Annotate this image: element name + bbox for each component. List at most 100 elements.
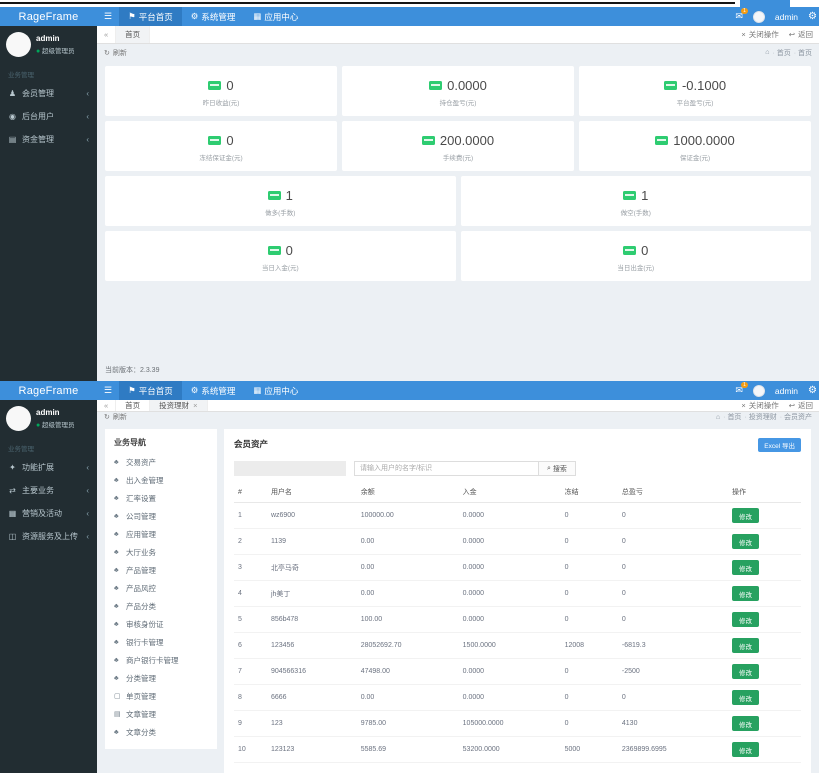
refresh-button[interactable]: ↻ 刷新 [104, 48, 127, 58]
edit-button[interactable]: 修改 [732, 508, 759, 523]
sidebar-menu-label: 资源服务及上传 [22, 531, 78, 542]
nav-panel-item[interactable]: ▢ 单页管理 [114, 687, 208, 705]
sidebar-menu-item[interactable]: ✦ 功能扩展 ‹ [0, 456, 97, 479]
nav-panel-item[interactable]: ♣ 应用管理 [114, 525, 208, 543]
sidebar: admin ● 超级管理员 业务管理 ✦ 功能扩展 ‹ ⇄ 主要业务 [0, 400, 97, 773]
table-row: 4 jh美丁 0.00 0.0000 0 0 修改 [234, 581, 801, 607]
breadcrumb-item[interactable]: 首页 [723, 412, 741, 422]
cell-balance: 28052692.70 [357, 633, 459, 659]
edit-button[interactable]: 修改 [732, 560, 759, 575]
navbar-menu-item[interactable]: ▦ 应用中心 [244, 381, 307, 400]
edit-button[interactable]: 修改 [732, 664, 759, 679]
settings-gear-icon[interactable]: ⚙ [808, 11, 817, 22]
breadcrumb-item[interactable]: 首页 [794, 48, 812, 58]
nav-panel-item[interactable]: ♣ 出入金管理 [114, 471, 208, 489]
breadcrumb-item[interactable]: 首页 [772, 48, 790, 58]
nav-panel-item[interactable]: ♣ 产品管理 [114, 561, 208, 579]
close-icon: × [741, 401, 745, 410]
navbar-menu-item[interactable]: ⚙ 系统管理 [182, 381, 245, 400]
nav-panel-item[interactable]: ♣ 文章分类 [114, 723, 208, 741]
credit-card-icon [664, 81, 677, 90]
back-control[interactable]: ↩ 返回 [789, 29, 813, 40]
search-button[interactable]: ⌕搜索 [539, 461, 576, 476]
sidebar-avatar[interactable] [6, 32, 31, 57]
sidebar-toggle-icon[interactable]: ☰ [97, 381, 119, 400]
stat-label: 做空(手数) [461, 207, 812, 217]
navbar-menu-item[interactable]: ⚙ 系统管理 [182, 7, 245, 26]
cell-balance: 9785.00 [357, 711, 459, 737]
navbar-menu-item[interactable]: ⚑ 平台首页 [119, 7, 182, 26]
sidebar-menu-item[interactable]: ▦ 营销及活动 ‹ [0, 502, 97, 525]
close-operations-control[interactable]: × 关闭操作 [741, 29, 778, 40]
user-avatar[interactable] [753, 385, 765, 397]
nav-panel-item[interactable]: ♣ 公司管理 [114, 507, 208, 525]
table-row: 10 123123 5585.69 53200.0000 5000 236989… [234, 737, 801, 763]
sidebar-menu-item[interactable]: ▤ 资金管理 ‹ [0, 128, 97, 151]
navbar-username[interactable]: admin [775, 386, 798, 396]
search-input[interactable] [354, 461, 539, 476]
edit-button[interactable]: 修改 [732, 612, 759, 627]
sidebar-menu-item[interactable]: ◉ 后台用户 ‹ [0, 105, 97, 128]
sidebar-menu-item[interactable]: ⇄ 主要业务 ‹ [0, 479, 97, 502]
nav-panel-item[interactable]: ♣ 分类管理 [114, 669, 208, 687]
page-tab[interactable]: 投资理财 × [150, 400, 207, 411]
nav-panel-item[interactable]: ♣ 银行卡管理 [114, 633, 208, 651]
tabs-scroll-left[interactable]: « [97, 400, 116, 411]
nav-panel-item-label: 汇率设置 [126, 493, 156, 504]
close-tab-icon[interactable]: × [193, 401, 197, 410]
page-tab[interactable]: 首页 × [116, 400, 150, 411]
settings-gear-icon[interactable]: ⚙ [808, 385, 817, 396]
edit-button[interactable]: 修改 [732, 534, 759, 549]
breadcrumb-item[interactable]: 投资理财 [744, 412, 776, 422]
sidebar-menu-item[interactable]: ◫ 资源服务及上传 ‹ [0, 525, 97, 548]
cell-balance: 47498.00 [357, 659, 459, 685]
table-row: 9 123 9785.00 105000.0000 0 4130 修改 [234, 711, 801, 737]
online-dot: ● [36, 422, 40, 429]
filter-select[interactable] [234, 461, 346, 476]
cell-index: 7 [234, 659, 267, 685]
brand-logo[interactable]: RageFrame [0, 7, 97, 26]
nav-panel-item[interactable]: ▤ 文章管理 [114, 705, 208, 723]
sidebar-role: ● 超级管理员 [36, 419, 75, 429]
sidebar-toggle-icon[interactable]: ☰ [97, 7, 119, 26]
excel-export-button[interactable]: Excel 导出 [758, 438, 801, 452]
sidebar-menu-item[interactable]: ♟ 会员管理 ‹ [0, 82, 97, 105]
refresh-button[interactable]: ↻ 刷新 [104, 412, 127, 422]
sidebar-avatar[interactable] [6, 406, 31, 431]
navbar-username[interactable]: admin [775, 12, 798, 22]
notification-bell-icon[interactable]: ✉1 [735, 11, 743, 22]
back-control[interactable]: ↩ 返回 [789, 400, 813, 411]
credit-card-icon [268, 191, 281, 200]
stat-label: 做多(手数) [105, 207, 456, 217]
breadcrumb-item[interactable]: 会员资产 [780, 412, 812, 422]
nav-panel-item-label: 产品分类 [126, 601, 156, 612]
nav-panel-item[interactable]: ♣ 汇率设置 [114, 489, 208, 507]
cell-index: 1 [234, 503, 267, 529]
edit-button[interactable]: 修改 [732, 586, 759, 601]
tabs-scroll-left[interactable]: « [97, 26, 116, 43]
cell-frozen: 0 [561, 607, 618, 633]
member-assets-panel: 会员资产 Excel 导出 ⌕搜索 [224, 429, 811, 773]
notification-bell-icon[interactable]: ✉1 [735, 385, 743, 396]
edit-button[interactable]: 修改 [732, 638, 759, 653]
page-tab[interactable]: 首页 [116, 26, 150, 43]
nav-panel-item[interactable]: ♣ 商户银行卡管理 [114, 651, 208, 669]
edit-button[interactable]: 修改 [732, 742, 759, 757]
nav-panel-item[interactable]: ♣ 大厅业务 [114, 543, 208, 561]
nav-panel-item[interactable]: ♣ 交易资产 [114, 453, 208, 471]
user-avatar[interactable] [753, 11, 765, 23]
navbar-menu-item[interactable]: ▦ 应用中心 [244, 7, 307, 26]
close-operations-control[interactable]: × 关闭操作 [741, 400, 778, 411]
sidebar-menu-label: 营销及活动 [22, 508, 62, 519]
nav-panel-item-icon: ♣ [114, 477, 122, 484]
nav-panel-item[interactable]: ♣ 产品风控 [114, 579, 208, 597]
edit-button[interactable]: 修改 [732, 716, 759, 731]
nav-panel-item[interactable]: ♣ 审核身份证 [114, 615, 208, 633]
navbar-menu-item[interactable]: ⚑ 平台首页 [119, 381, 182, 400]
nav-panel-item-icon: ♣ [114, 585, 122, 592]
table-row: 7 904566316 47498.00 0.0000 0 -2500 修改 [234, 659, 801, 685]
nav-panel-item[interactable]: ♣ 产品分类 [114, 597, 208, 615]
brand-logo[interactable]: RageFrame [0, 381, 97, 400]
edit-button[interactable]: 修改 [732, 690, 759, 705]
stat-label: 冻结保证金(元) [105, 152, 337, 162]
